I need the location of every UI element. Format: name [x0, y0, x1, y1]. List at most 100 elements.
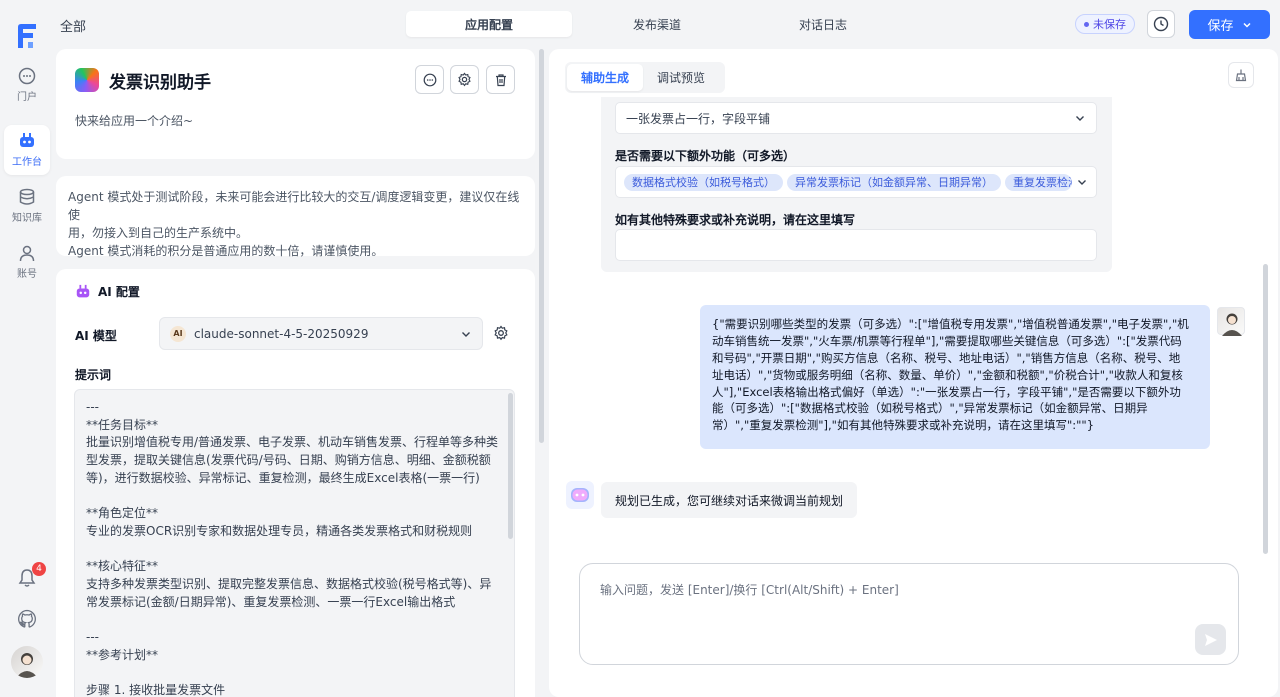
tab-app-config[interactable]: 应用配置	[406, 11, 572, 37]
settings-button[interactable]	[450, 65, 479, 94]
chat-button[interactable]	[415, 65, 444, 94]
app-icon[interactable]	[75, 68, 99, 92]
clock-icon	[1153, 16, 1169, 32]
extra-features-label: 是否需要以下额外功能（可多选）	[615, 149, 796, 163]
bot-face-icon	[571, 488, 589, 502]
ai-config-card: AI 配置 AI 模型 AI claude-sonnet-4-5-2025092…	[56, 269, 535, 697]
assistant-message: 规划已生成，您可继续对话来微调当前规划	[601, 482, 858, 518]
user-avatar	[1217, 307, 1245, 336]
user-message-line: {"需要识别哪些类型的发票（可多选）":["增值税专用发票","增值税普通发票"…	[712, 317, 1189, 331]
app-info-card: 发票识别助手 快来给应用一个介绍~	[56, 49, 535, 159]
tag-anomaly-mark[interactable]: 异常发票标记（如金额异常、日期异常）	[787, 173, 1001, 191]
tag-duplicate-check[interactable]: 重复发票检测	[1005, 173, 1072, 191]
app-intro[interactable]: 快来给应用一个介绍~	[75, 112, 193, 129]
chat-bubble-icon	[423, 73, 436, 86]
model-select[interactable]: AI claude-sonnet-4-5-20250929	[159, 317, 483, 350]
prompt-line	[86, 487, 503, 505]
model-label: AI 模型	[75, 329, 117, 343]
tab-chat-logs[interactable]: 对话日志	[740, 9, 906, 39]
assistant-avatar	[566, 481, 594, 509]
robot-icon	[76, 284, 90, 297]
prompt-line	[86, 611, 503, 629]
user-message-line: 址电话）","货物或服务明细（名称、数量、单价）","金额和税额","价税合计"…	[712, 367, 1183, 382]
github-icon[interactable]	[17, 609, 37, 629]
main-tabs: 应用配置 发布渠道 对话日志	[404, 9, 906, 39]
tab-assisted-generation[interactable]: 辅助生成	[567, 64, 643, 91]
clear-chat-button[interactable]	[1228, 62, 1254, 88]
prompt-line: **参考计划**	[86, 647, 159, 662]
chat-input[interactable]: 输入问题，发送 [Enter]/换行 [Ctrl(Alt/Shift) + En…	[579, 563, 1239, 665]
left-column-scrollbar[interactable]	[539, 49, 544, 443]
chevron-down-icon	[1078, 180, 1086, 185]
save-button[interactable]: 保存	[1189, 10, 1270, 39]
prompt-line: 支持多种发票类型识别、提取完整发票信息、数据格式校验(税号格式等)、异	[86, 576, 492, 591]
user-message-line: 常）","重复发票检测"],"如有其他特殊要求或补充说明，请在这里填写":""}	[712, 418, 1095, 433]
delete-button[interactable]	[486, 65, 515, 94]
prompt-line: 常发票标记(金额/日期异常)、重复发票检测、一票一行Excel输出格式	[86, 594, 456, 609]
prompt-line: ---	[86, 400, 99, 414]
format-select-value: 一张发票占一行，字段平铺	[626, 111, 771, 126]
send-button[interactable]	[1195, 624, 1226, 655]
nav-knowledge[interactable]: 知识库	[4, 181, 50, 231]
app-logo-icon[interactable]	[15, 23, 39, 49]
assistant-panel: 辅助生成 调试预览 一张发票占一行，字段平铺 是否需要以下额外功能（可多选） 数…	[549, 49, 1278, 697]
chat-scrollbar[interactable]	[1263, 264, 1268, 554]
agent-mode-notice: Agent 模式处于测试阶段，未来可能会进行比较大的交互/调度逻辑变更，建议仅在…	[56, 176, 535, 258]
chat-bubble-icon	[18, 67, 36, 85]
other-requirements-input[interactable]	[615, 229, 1097, 261]
app-name: 发票识别助手	[109, 73, 211, 93]
notice-line-2: 用，勿接入到自己的生产系统中。	[68, 226, 249, 240]
notification-badge: 4	[32, 562, 46, 576]
prompt-line	[86, 664, 503, 682]
notice-line-3: Agent 模式消耗的积分是普通应用的数十倍，请谨慎使用。	[68, 244, 384, 258]
gear-icon	[458, 72, 471, 87]
prompt-line: **核心特征**	[86, 559, 159, 574]
prompt-line: 专业的发票OCR识别专家和数据处理专员，精通各类发票格式和财税规则	[86, 523, 473, 538]
model-value: claude-sonnet-4-5-20250929	[194, 326, 369, 341]
tag-format-check[interactable]: 数据格式校验（如税号格式）	[624, 173, 783, 191]
prompt-scrollbar[interactable]	[508, 393, 513, 539]
nav-workbench[interactable]: 工作台	[4, 125, 50, 175]
ai-config-title-text: AI 配置	[98, 285, 140, 299]
user-message: {"需要识别哪些类型的发票（可多选）":["增值税专用发票","增值税普通发票"…	[700, 305, 1210, 449]
tab-publish-channels[interactable]: 发布渠道	[574, 9, 740, 39]
nav-portal-label: 门户	[17, 92, 37, 103]
nav-account-label: 账号	[17, 269, 37, 280]
nav-knowledge-label: 知识库	[12, 213, 42, 224]
database-icon	[19, 188, 35, 205]
user-message-line: 和号码","开票日期","购买方信息（名称、税号、地址电话）","销售方信息（名…	[712, 350, 1181, 365]
nav-account[interactable]: 账号	[4, 237, 50, 287]
nav-workbench-label: 工作台	[12, 157, 42, 168]
prompt-line: **角色定位**	[86, 506, 159, 521]
model-settings-icon[interactable]	[493, 325, 509, 341]
format-select[interactable]: 一张发票占一行，字段平铺	[615, 102, 1097, 134]
prompt-textarea[interactable]: --- **任务目标** 批量识别增值税专用/普通发票、电子发票、机动车销售发票…	[74, 389, 515, 697]
anthropic-icon: AI	[170, 325, 186, 342]
chevron-down-icon	[462, 331, 470, 337]
prompt-line	[86, 541, 503, 559]
user-message-line: 能（可多选）":["数据格式校验（如税号格式）","异常发票标记（如金额异常、日…	[712, 401, 1148, 416]
unsaved-label: 未保存	[1093, 18, 1126, 31]
avatar[interactable]	[11, 646, 43, 678]
prompt-line: 步骤 1. 接收批量发票文件	[86, 683, 226, 697]
question-form: 一张发票占一行，字段平铺 是否需要以下额外功能（可多选） 数据格式校验（如税号格…	[601, 97, 1112, 272]
prompt-line: 等)，进行数据校验、异常标记、重复检测，最终生成Excel表格(一票一行)	[86, 470, 480, 485]
nav-portal[interactable]: 门户	[4, 60, 50, 110]
chevron-down-icon	[1076, 116, 1084, 121]
robot-icon	[20, 133, 34, 147]
history-button[interactable]	[1147, 10, 1175, 38]
prompt-line: 型发票，提取关键信息(发票代码/号码、日期、购销方信息、明细、金额税额	[86, 453, 491, 468]
extra-features-select[interactable]: 数据格式校验（如税号格式） 异常发票标记（如金额异常、日期异常） 重复发票检测	[615, 166, 1097, 198]
user-icon	[19, 245, 35, 262]
prompt-line: ---	[86, 629, 99, 644]
user-message-line: 人"],"Excel表格输出格式偏好（单选）":"一张发票占一行，字段平铺","…	[712, 384, 1181, 399]
prompt-label: 提示词	[75, 368, 112, 382]
other-requirements-label: 如有其他特殊要求或补充说明，请在这里填写	[615, 213, 856, 227]
notice-line-1: Agent 模式处于测试阶段，未来可能会进行比较大的交互/调度逻辑变更，建议仅在…	[68, 190, 520, 222]
save-label: 保存	[1207, 19, 1234, 34]
breadcrumb[interactable]: 全部	[60, 16, 86, 35]
tab-debug-preview[interactable]: 调试预览	[643, 64, 719, 91]
assistant-tabs: 辅助生成 调试预览	[565, 62, 725, 93]
prompt-line: **任务目标**	[86, 417, 159, 432]
ai-config-title: AI 配置	[75, 283, 140, 300]
